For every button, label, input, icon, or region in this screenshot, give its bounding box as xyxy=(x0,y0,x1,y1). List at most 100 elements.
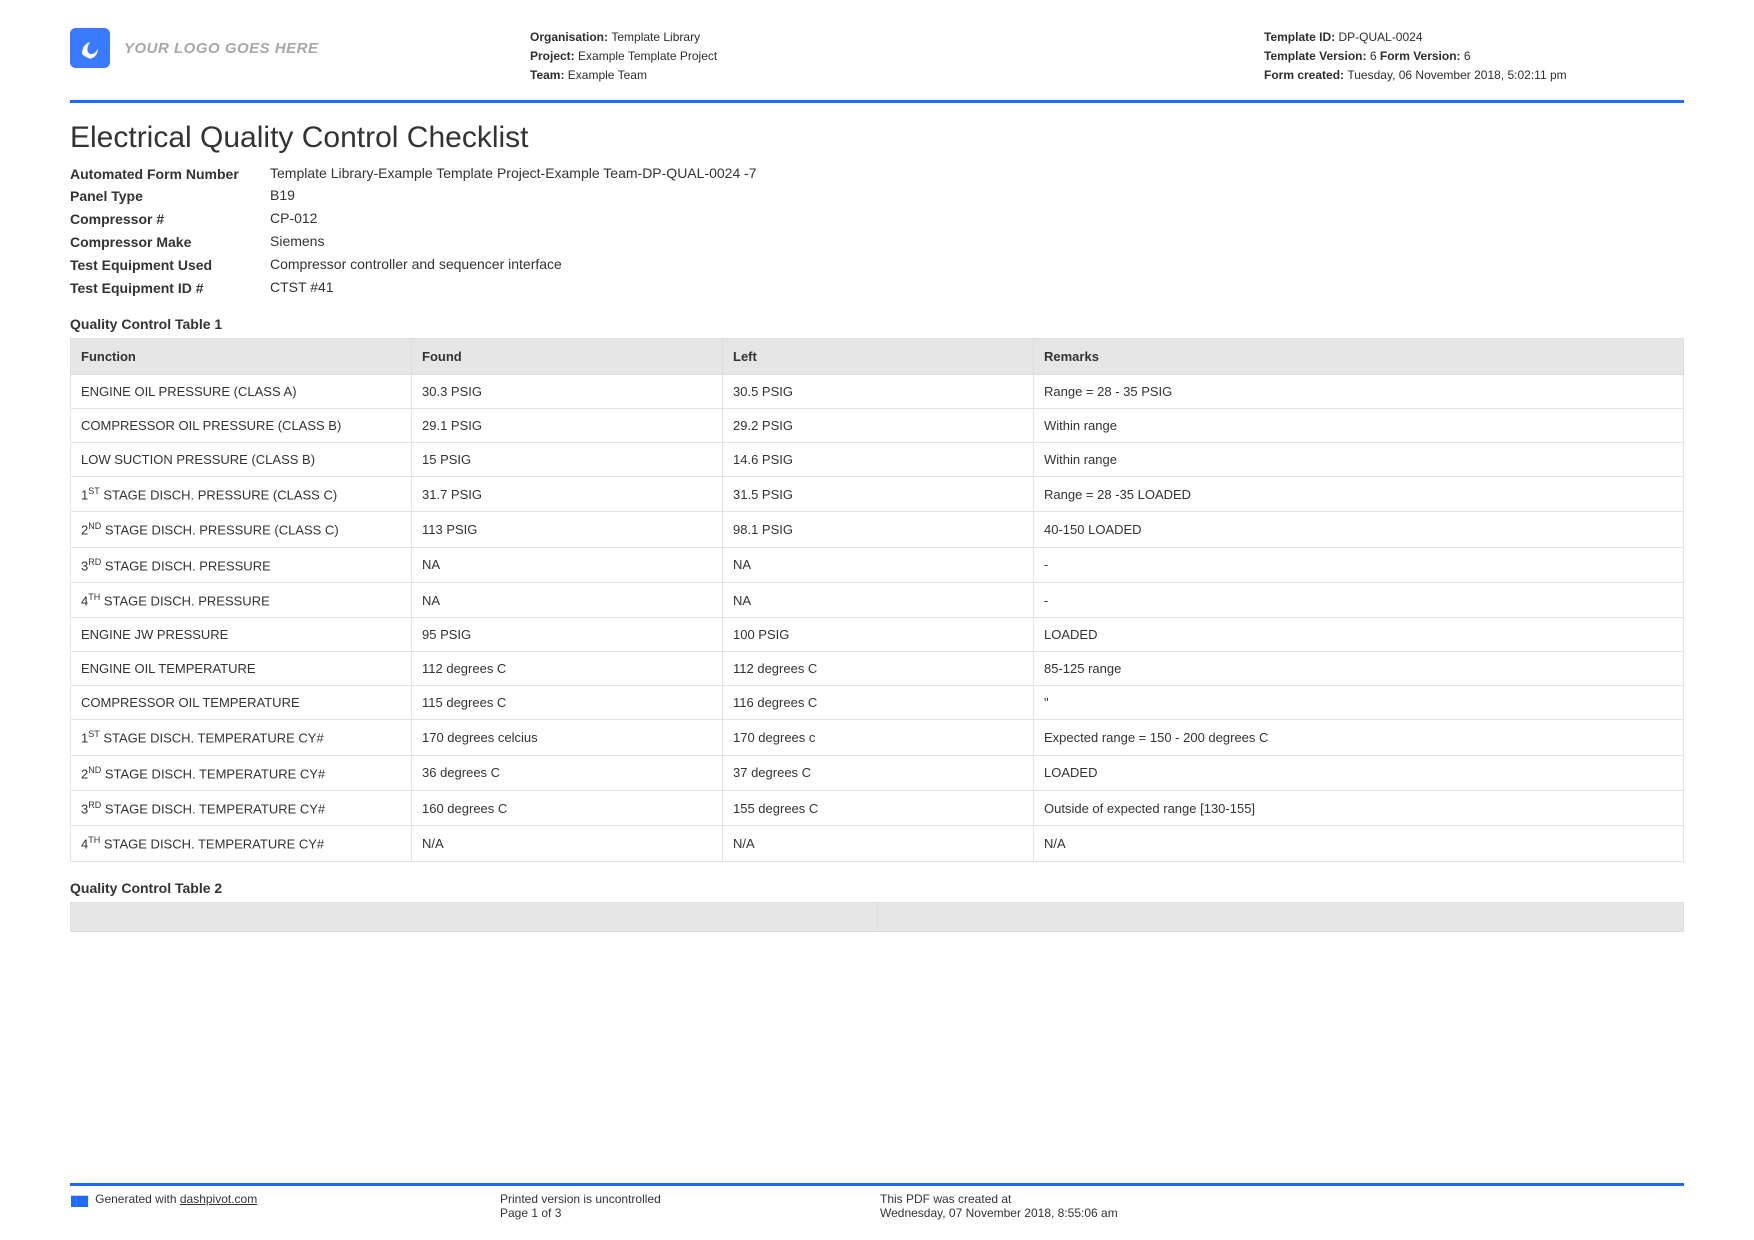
table-row: 2ND STAGE DISCH. TEMPERATURE CY#36 degre… xyxy=(71,755,1684,790)
th-left: Left xyxy=(723,338,1034,374)
generated-prefix: Generated with xyxy=(95,1192,180,1206)
table-cell-func: ENGINE OIL TEMPERATURE xyxy=(71,652,412,686)
table-cell-remarks: 40-150 LOADED xyxy=(1034,512,1684,547)
table-cell-remarks: Within range xyxy=(1034,408,1684,442)
table-cell-remarks: - xyxy=(1034,547,1684,582)
table-cell-remarks: Expected range = 150 - 200 degrees C xyxy=(1034,720,1684,755)
field-row: Automated Form NumberTemplate Library-Ex… xyxy=(70,165,1684,184)
th-remarks: Remarks xyxy=(1034,338,1684,374)
table1-title: Quality Control Table 1 xyxy=(70,316,1684,332)
form-version-value: 6 xyxy=(1464,49,1471,63)
meta-col-left: Organisation: Template Library Project: … xyxy=(530,28,717,86)
table-cell-found: 31.7 PSIG xyxy=(412,476,723,511)
table-cell-found: 36 degrees C xyxy=(412,755,723,790)
th-function: Function xyxy=(71,338,412,374)
table-cell-remarks: N/A xyxy=(1034,826,1684,861)
table-row: 1ST STAGE DISCH. PRESSURE (CLASS C)31.7 … xyxy=(71,476,1684,511)
table-cell-found: 113 PSIG xyxy=(412,512,723,547)
table-cell-found: 115 degrees C xyxy=(412,686,723,720)
table-row: 2ND STAGE DISCH. PRESSURE (CLASS C)113 P… xyxy=(71,512,1684,547)
table-row: COMPRESSOR OIL TEMPERATURE115 degrees C1… xyxy=(71,686,1684,720)
table-cell-func: 4TH STAGE DISCH. PRESSURE xyxy=(71,582,412,617)
team-value: Example Team xyxy=(568,68,647,82)
table-cell-found: 160 degrees C xyxy=(412,790,723,825)
table-cell-remarks: LOADED xyxy=(1034,755,1684,790)
table-cell-found: 30.3 PSIG xyxy=(412,374,723,408)
fields-block: Automated Form NumberTemplate Library-Ex… xyxy=(70,165,1684,298)
logo-icon xyxy=(70,28,110,68)
table-row: 3RD STAGE DISCH. PRESSURENANA- xyxy=(71,547,1684,582)
table-cell-func: LOW SUCTION PRESSURE (CLASS B) xyxy=(71,442,412,476)
th-found: Found xyxy=(412,338,723,374)
table-cell-remarks: " xyxy=(1034,686,1684,720)
table-row: ENGINE JW PRESSURE95 PSIG100 PSIGLOADED xyxy=(71,618,1684,652)
pdf-created-value: Wednesday, 07 November 2018, 8:55:06 am xyxy=(880,1206,1684,1220)
field-value: CP-012 xyxy=(270,210,317,226)
table-cell-found: 112 degrees C xyxy=(412,652,723,686)
table-cell-remarks: 85-125 range xyxy=(1034,652,1684,686)
table-cell-left: 30.5 PSIG xyxy=(723,374,1034,408)
table-cell-left: 98.1 PSIG xyxy=(723,512,1034,547)
table-cell-remarks: Range = 28 - 35 PSIG xyxy=(1034,374,1684,408)
table-cell-func: COMPRESSOR OIL TEMPERATURE xyxy=(71,686,412,720)
form-created-label: Form created: xyxy=(1264,68,1344,82)
table-cell-remarks: Outside of expected range [130-155] xyxy=(1034,790,1684,825)
logo-placeholder-text: YOUR LOGO GOES HERE xyxy=(124,40,319,57)
table-cell-left: 116 degrees C xyxy=(723,686,1034,720)
field-value: CTST #41 xyxy=(270,279,334,295)
table-cell-remarks: Within range xyxy=(1034,442,1684,476)
table-cell-func: 3RD STAGE DISCH. TEMPERATURE CY# xyxy=(71,790,412,825)
field-label: Test Equipment Used xyxy=(70,256,270,275)
table-cell-found: 29.1 PSIG xyxy=(412,408,723,442)
table-cell-left: 37 degrees C xyxy=(723,755,1034,790)
footer-divider xyxy=(70,1183,1684,1186)
pdf-created-label: This PDF was created at xyxy=(880,1192,1684,1206)
table-cell-func: ENGINE JW PRESSURE xyxy=(71,618,412,652)
table-cell-left: 100 PSIG xyxy=(723,618,1034,652)
field-label: Compressor Make xyxy=(70,233,270,252)
org-label: Organisation: xyxy=(530,30,608,44)
table-cell-left: NA xyxy=(723,582,1034,617)
table-cell-remarks: - xyxy=(1034,582,1684,617)
table-cell-left: 29.2 PSIG xyxy=(723,408,1034,442)
table-cell-left: 155 degrees C xyxy=(723,790,1034,825)
header-divider xyxy=(70,100,1684,103)
table-cell-left: 170 degrees c xyxy=(723,720,1034,755)
table-row: 1ST STAGE DISCH. TEMPERATURE CY#170 degr… xyxy=(71,720,1684,755)
table-row: ENGINE OIL TEMPERATURE112 degrees C112 d… xyxy=(71,652,1684,686)
project-label: Project: xyxy=(530,49,575,63)
field-row: Test Equipment UsedCompressor controller… xyxy=(70,256,1684,275)
table-row: 4TH STAGE DISCH. TEMPERATURE CY#N/AN/AN/… xyxy=(71,826,1684,861)
field-row: Panel TypeB19 xyxy=(70,187,1684,206)
footer: ▮▮▮ Generated with dashpivot.com Printed… xyxy=(70,1183,1684,1220)
org-value: Template Library xyxy=(611,30,700,44)
form-created-value: Tuesday, 06 November 2018, 5:02:11 pm xyxy=(1347,68,1566,82)
table-cell-found: NA xyxy=(412,582,723,617)
logo-block: YOUR LOGO GOES HERE xyxy=(70,28,430,68)
meta-col-right: Template ID: DP-QUAL-0024 Template Versi… xyxy=(1264,28,1684,86)
form-version-label: Form Version: xyxy=(1380,49,1461,63)
bar-chart-icon: ▮▮▮ xyxy=(70,1192,87,1209)
table-row: 3RD STAGE DISCH. TEMPERATURE CY#160 degr… xyxy=(71,790,1684,825)
table-cell-found: 170 degrees celcius xyxy=(412,720,723,755)
table-cell-func: ENGINE OIL PRESSURE (CLASS A) xyxy=(71,374,412,408)
field-row: Compressor MakeSiemens xyxy=(70,233,1684,252)
field-value: Compressor controller and sequencer inte… xyxy=(270,256,562,272)
table-cell-func: 1ST STAGE DISCH. TEMPERATURE CY# xyxy=(71,720,412,755)
table-cell-found: NA xyxy=(412,547,723,582)
dashpivot-link[interactable]: dashpivot.com xyxy=(180,1192,257,1206)
table-cell-left: NA xyxy=(723,547,1034,582)
field-label: Panel Type xyxy=(70,187,270,206)
table-row: ENGINE OIL PRESSURE (CLASS A)30.3 PSIG30… xyxy=(71,374,1684,408)
project-value: Example Template Project xyxy=(578,49,717,63)
field-label: Compressor # xyxy=(70,210,270,229)
field-row: Test Equipment ID #CTST #41 xyxy=(70,279,1684,298)
table-cell-func: 4TH STAGE DISCH. TEMPERATURE CY# xyxy=(71,826,412,861)
template-id-value: DP-QUAL-0024 xyxy=(1338,30,1422,44)
quality-control-table-1: Function Found Left Remarks ENGINE OIL P… xyxy=(70,338,1684,862)
template-id-label: Template ID: xyxy=(1264,30,1335,44)
table-cell-left: 112 degrees C xyxy=(723,652,1034,686)
table-row: LOW SUCTION PRESSURE (CLASS B)15 PSIG14.… xyxy=(71,442,1684,476)
field-label: Test Equipment ID # xyxy=(70,279,270,298)
field-value: Template Library-Example Template Projec… xyxy=(270,165,757,181)
